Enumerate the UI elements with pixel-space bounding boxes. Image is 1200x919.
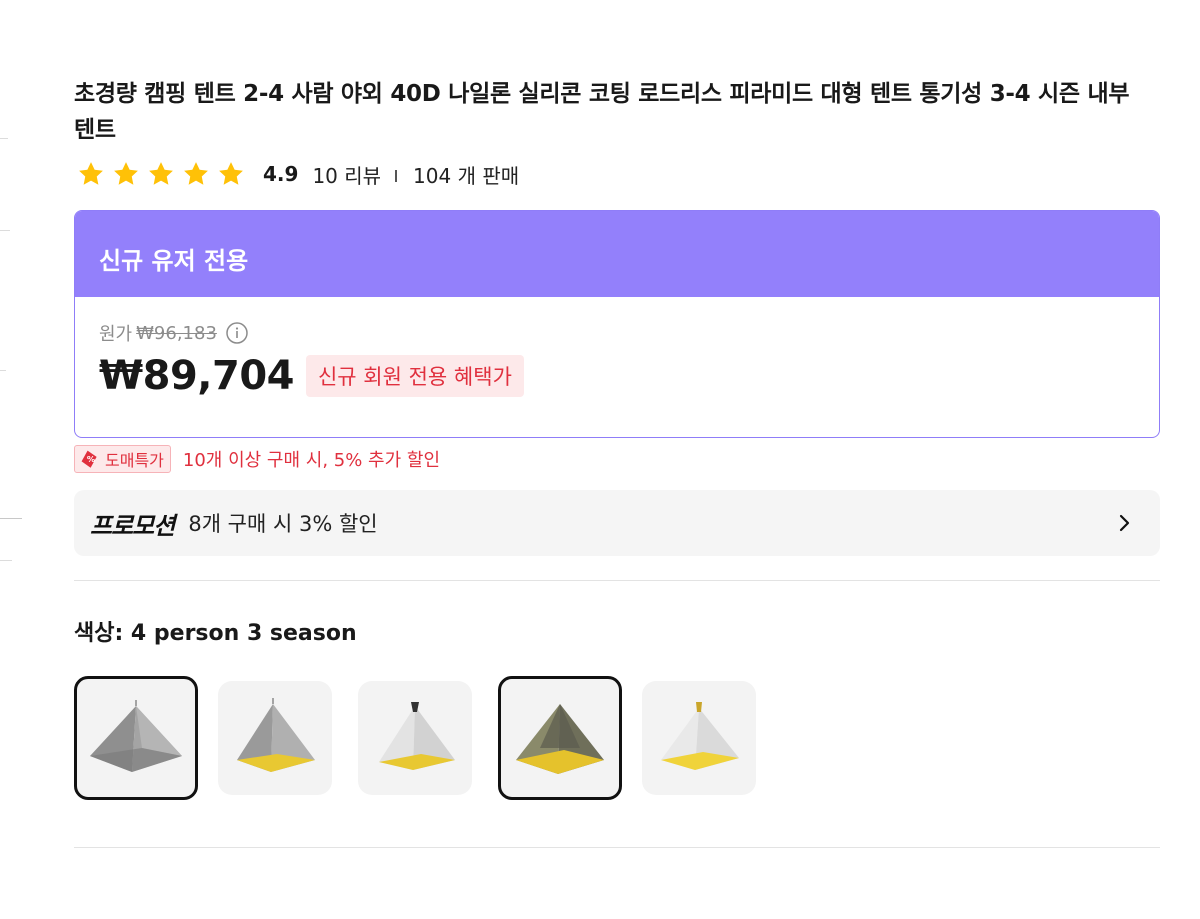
deal-header: 신규 유저 전용 xyxy=(75,211,1159,297)
wholesale-row: % 도매특가 10개 이상 구매 시, 5% 추가 할인 xyxy=(74,444,1160,474)
original-price: ₩96,183 xyxy=(136,322,217,344)
tent-image xyxy=(379,702,455,770)
color-label: 색상: 4 person 3 season xyxy=(74,621,357,646)
rating-row: 4.9 10 리뷰 104 개 판매 xyxy=(74,158,1160,190)
tent-image xyxy=(516,704,604,774)
price-tag-badge: 신규 회원 전용 혜택가 xyxy=(305,355,524,397)
wholesale-badge: % 도매특가 xyxy=(74,445,171,473)
original-price-row: 원가 ₩96,183 xyxy=(99,319,1159,347)
price-row: ₩89,704 신규 회원 전용 혜택가 xyxy=(99,353,1159,399)
new-user-deal-box: 신규 유저 전용 원가 ₩96,183 ₩89,704 신규 회원 전용 혜택가 xyxy=(74,210,1160,438)
star-icon xyxy=(79,162,103,185)
wholesale-text: 10개 이상 구매 시, 5% 추가 할인 xyxy=(182,450,441,471)
divider-bar xyxy=(395,170,398,182)
section-divider xyxy=(74,580,1160,581)
svg-text:%: % xyxy=(87,454,95,464)
star-icon xyxy=(219,162,243,185)
sale-price: ₩89,704 xyxy=(99,353,294,399)
color-option-white-yellow-tent[interactable] xyxy=(358,681,472,795)
star-icon xyxy=(184,162,208,185)
color-options xyxy=(74,675,1160,801)
color-option-yellow-dark-tent[interactable] xyxy=(498,676,622,800)
tent-image xyxy=(661,702,739,770)
tent-image xyxy=(237,698,315,772)
color-option-white-yellow-tent-2[interactable] xyxy=(642,681,756,795)
wholesale-badge-label: 도매특가 xyxy=(105,451,164,470)
tent-image xyxy=(90,700,182,772)
original-price-label: 원가 xyxy=(99,324,133,345)
sold-count: 104 개 판매 xyxy=(413,163,520,188)
tag-icon: % xyxy=(81,450,97,468)
star-icon xyxy=(149,162,173,185)
chevron-right-icon xyxy=(1119,514,1130,532)
left-edge-artifact xyxy=(0,0,30,919)
deal-body: 원가 ₩96,183 ₩89,704 신규 회원 전용 혜택가 xyxy=(75,297,1159,399)
star-rating xyxy=(76,159,246,189)
product-info-panel: 초경량 캠핑 텐트 2-4 사람 야외 40D 나일론 실리콘 코팅 로드리스 … xyxy=(74,76,1160,848)
promotion-text: 8개 구매 시 3% 할인 xyxy=(188,512,378,536)
color-option-gray-yellow-tent[interactable] xyxy=(218,681,332,795)
section-divider xyxy=(74,847,1160,848)
rating-value: 4.9 xyxy=(263,162,299,186)
color-option-gray-tent[interactable] xyxy=(74,676,198,800)
reviews-link[interactable]: 10 리뷰 xyxy=(312,160,381,189)
info-icon[interactable] xyxy=(225,321,249,345)
promotion-logo: 프로모션 xyxy=(90,511,175,540)
star-icon xyxy=(114,162,138,185)
product-title: 초경량 캠핑 텐트 2-4 사람 야외 40D 나일론 실리콘 코팅 로드리스 … xyxy=(74,81,1130,143)
promotion-banner[interactable]: 프로모션 8개 구매 시 3% 할인 xyxy=(74,490,1160,556)
